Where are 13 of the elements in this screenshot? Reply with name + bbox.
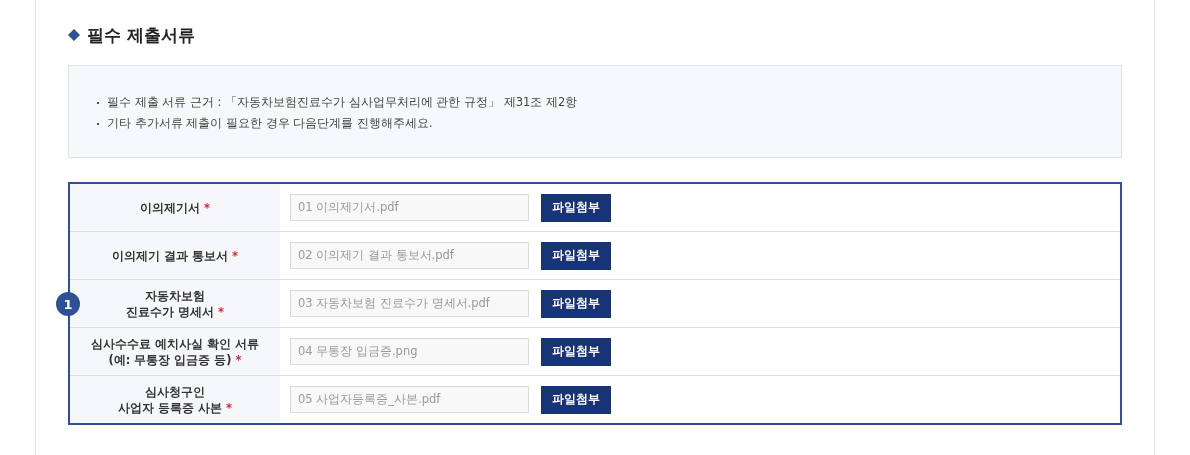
attach-file-button[interactable]: 파일첨부 xyxy=(541,385,611,414)
diamond-icon xyxy=(68,29,80,41)
attach-file-button[interactable]: 파일첨부 xyxy=(541,337,611,366)
attach-file-button[interactable]: 파일첨부 xyxy=(541,289,611,318)
section-title: 필수 제출서류 xyxy=(87,23,195,47)
attach-file-button[interactable]: 파일첨부 xyxy=(541,241,611,270)
document-label: 이의제기 결과 통보서 * xyxy=(69,231,280,280)
note-text: 필수 제출 서류 근거 : 「자동차보험진료수가 심사업무처리에 관한 규정」 제31조 제2항 xyxy=(107,94,578,111)
document-label: 심사청구인 사업자 등록증 사본 * xyxy=(69,375,280,424)
document-label: 심사수수료 예치사실 확인 서류 (예: 무통장 입금증 등) * xyxy=(69,327,280,376)
note-text: 기타 추가서류 제출이 필요한 경우 다음단계를 진행해주세요. xyxy=(107,115,433,132)
attach-file-button[interactable]: 파일첨부 xyxy=(541,193,611,222)
document-label: 이의제기서 * xyxy=(69,183,280,232)
